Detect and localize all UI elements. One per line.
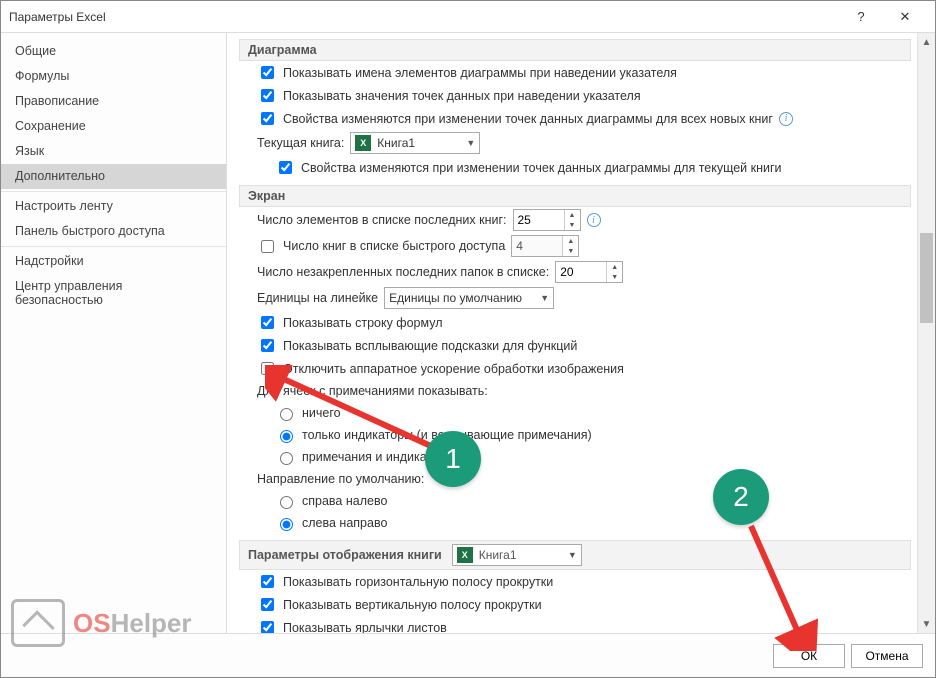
sidebar-item-trust-center[interactable]: Центр управления безопасностью: [1, 274, 226, 313]
sidebar-item-quick-access[interactable]: Панель быстрого доступа: [1, 219, 226, 244]
sidebar-item-proofing[interactable]: Правописание: [1, 89, 226, 114]
cb-quick-access-count[interactable]: Число книг в списке быстрого доступа: [257, 237, 505, 256]
help-button[interactable]: ?: [839, 1, 883, 32]
spinner-input[interactable]: [512, 236, 562, 256]
sidebar-item-formulas[interactable]: Формулы: [1, 64, 226, 89]
radio[interactable]: [280, 452, 293, 465]
unpinned-folders-label: Число незакрепленных последних папок в с…: [257, 265, 549, 279]
sidebar-item-addins[interactable]: Надстройки: [1, 249, 226, 274]
sidebar-item-general[interactable]: Общие: [1, 39, 226, 64]
scroll-up-icon[interactable]: ▲: [918, 33, 935, 51]
cb-hscroll[interactable]: Показывать горизонтальную полосу прокрут…: [257, 572, 553, 591]
cb-disable-hw-accel[interactable]: Отключить аппаратное ускорение обработки…: [257, 359, 624, 378]
quick-access-spinner[interactable]: ▲▼: [511, 235, 579, 257]
close-button[interactable]: ✕: [883, 1, 927, 32]
excel-file-icon: X: [457, 547, 473, 563]
sidebar-item-language[interactable]: Язык: [1, 139, 226, 164]
cb-properties-current-book[interactable]: Свойства изменяются при изменении точек …: [275, 158, 782, 177]
scroll-area: Диаграмма Показывать имена элементов диа…: [227, 33, 917, 633]
radio[interactable]: [280, 430, 293, 443]
current-book-label: Текущая книга:: [257, 136, 344, 150]
info-icon[interactable]: i: [587, 213, 601, 227]
options-dialog: Параметры Excel ? ✕ Общие Формулы Правоп…: [0, 0, 936, 678]
comments-display-label: Для ячеек с примечаниями показывать:: [257, 384, 488, 398]
checkbox[interactable]: [261, 362, 274, 375]
sidebar-item-customize-ribbon[interactable]: Настроить ленту: [1, 194, 226, 219]
scroll-thumb[interactable]: [920, 233, 933, 323]
book-display-combo[interactable]: X Книга1 ▼: [452, 544, 582, 566]
spinner-arrows[interactable]: ▲▼: [564, 210, 580, 230]
cancel-button[interactable]: Отмена: [851, 644, 923, 668]
radio-direction-ltr[interactable]: слева направо: [275, 515, 387, 531]
checkbox[interactable]: [279, 161, 292, 174]
checkbox[interactable]: [261, 66, 274, 79]
ruler-units-label: Единицы на линейке: [257, 291, 378, 305]
titlebar: Параметры Excel ? ✕: [1, 1, 935, 33]
checkbox[interactable]: [261, 316, 274, 329]
unpinned-folders-spinner[interactable]: ▲▼: [555, 261, 623, 283]
cb-vscroll[interactable]: Показывать вертикальную полосу прокрутки: [257, 595, 542, 614]
spinner-arrows[interactable]: ▲▼: [562, 236, 578, 256]
cb-show-element-names[interactable]: Показывать имена элементов диаграммы при…: [257, 63, 677, 82]
scroll-down-icon[interactable]: ▼: [918, 615, 935, 633]
dialog-body: Общие Формулы Правописание Сохранение Яз…: [1, 33, 935, 633]
cb-show-data-values[interactable]: Показывать значения точек данных при нав…: [257, 86, 641, 105]
section-book-display-header: Параметры отображения книги X Книга1 ▼: [239, 540, 911, 570]
info-icon[interactable]: i: [779, 112, 793, 126]
checkbox[interactable]: [261, 240, 274, 253]
content-pane: Диаграмма Показывать имена элементов диа…: [227, 33, 935, 633]
radio[interactable]: [280, 408, 293, 421]
chevron-down-icon: ▼: [568, 550, 577, 560]
dialog-footer: ОК Отмена: [1, 633, 935, 677]
checkbox[interactable]: [261, 575, 274, 588]
sidebar-separator: [1, 246, 226, 247]
sidebar-separator: [1, 191, 226, 192]
default-direction-label: Направление по умолчанию:: [257, 472, 424, 486]
sidebar-item-advanced[interactable]: Дополнительно: [1, 164, 226, 189]
spinner-input[interactable]: [514, 210, 564, 230]
checkbox[interactable]: [261, 89, 274, 102]
cb-formula-bar[interactable]: Показывать строку формул: [257, 313, 443, 332]
cb-properties-all-books[interactable]: Свойства изменяются при изменении точек …: [257, 109, 773, 128]
annotation-badge-2: 2: [713, 469, 769, 525]
checkbox[interactable]: [261, 112, 274, 125]
window-title: Параметры Excel: [9, 10, 839, 24]
category-sidebar: Общие Формулы Правописание Сохранение Яз…: [1, 33, 227, 633]
spinner-arrows[interactable]: ▲▼: [606, 262, 622, 282]
section-screen-header: Экран: [239, 185, 911, 207]
sidebar-item-save[interactable]: Сохранение: [1, 114, 226, 139]
radio[interactable]: [280, 518, 293, 531]
chevron-down-icon: ▼: [466, 138, 475, 148]
radio-comments-none[interactable]: ничего: [275, 405, 341, 421]
section-chart-header: Диаграмма: [239, 39, 911, 61]
checkbox[interactable]: [261, 621, 274, 633]
cb-function-tooltips[interactable]: Показывать всплывающие подсказки для фун…: [257, 336, 577, 355]
excel-file-icon: X: [355, 135, 371, 151]
vertical-scrollbar[interactable]: ▲ ▼: [917, 33, 935, 633]
radio-direction-rtl[interactable]: справа налево: [275, 493, 387, 509]
recent-docs-spinner[interactable]: ▲▼: [513, 209, 581, 231]
annotation-badge-1: 1: [425, 431, 481, 487]
checkbox[interactable]: [261, 598, 274, 611]
ok-button[interactable]: ОК: [773, 644, 845, 668]
recent-docs-label: Число элементов в списке последних книг:: [257, 213, 507, 227]
spinner-input[interactable]: [556, 262, 606, 282]
radio[interactable]: [280, 496, 293, 509]
checkbox[interactable]: [261, 339, 274, 352]
current-book-combo[interactable]: X Книга1 ▼: [350, 132, 480, 154]
cb-sheet-tabs[interactable]: Показывать ярлычки листов: [257, 618, 447, 633]
chevron-down-icon: ▼: [540, 293, 549, 303]
ruler-units-combo[interactable]: Единицы по умолчанию ▼: [384, 287, 554, 309]
